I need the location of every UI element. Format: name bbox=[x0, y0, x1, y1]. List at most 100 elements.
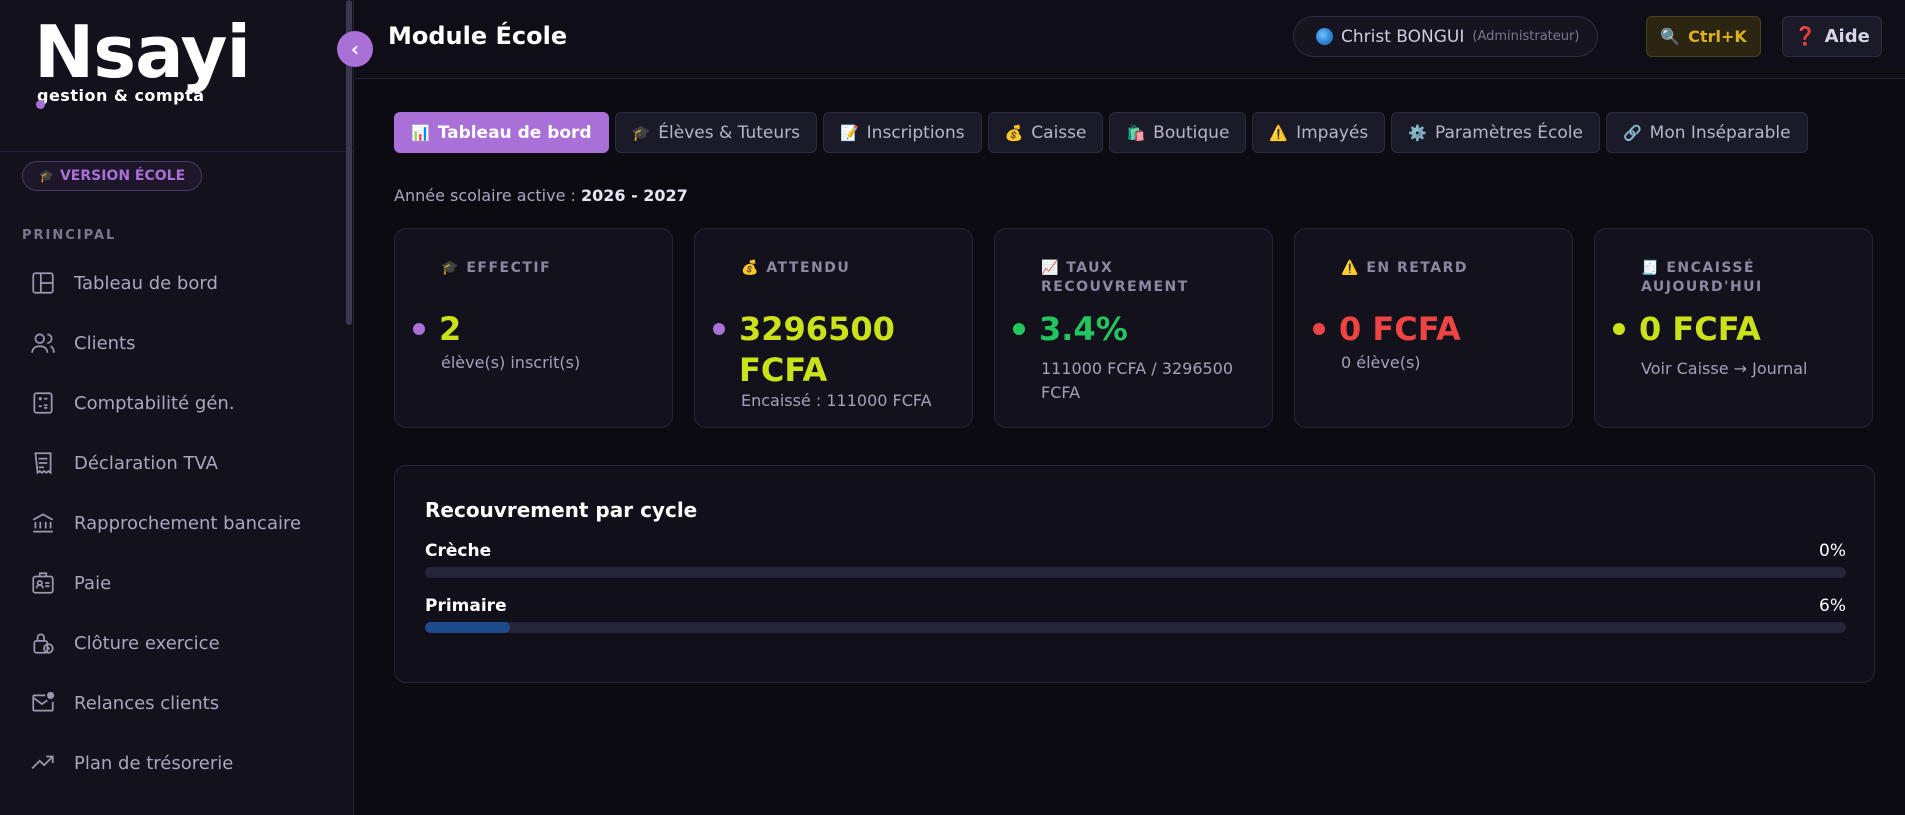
logo-dot bbox=[36, 100, 45, 109]
chart-icon: 📊 bbox=[411, 123, 430, 142]
kpi-label-text: EFFECTIF bbox=[466, 260, 552, 276]
money-bag-icon: 💰 bbox=[1004, 123, 1024, 142]
chevron-left-icon: ‹ bbox=[350, 37, 360, 61]
tab-label: Inscriptions bbox=[866, 122, 965, 143]
kpi-value: 2 bbox=[439, 310, 462, 348]
cycle-row-creche: Crèche 0% bbox=[425, 541, 1846, 578]
tab-mon-inseparable[interactable]: 🔗 Mon Inséparable bbox=[1605, 112, 1808, 153]
user-name: Christ BONGUI bbox=[1341, 26, 1465, 47]
status-dot bbox=[413, 323, 425, 335]
sidebar-item-label: Comptabilité gén. bbox=[74, 392, 235, 414]
tab-students-tutors[interactable]: 🎓 Élèves & Tuteurs bbox=[614, 112, 817, 153]
search-shortcut: Ctrl+K bbox=[1688, 27, 1747, 46]
graduation-cap-icon: 🎓 bbox=[631, 123, 651, 142]
sidebar-item-treasury-plan[interactable]: Plan de trésorerie bbox=[0, 733, 346, 793]
module-tabs: 📊 Tableau de bord 🎓 Élèves & Tuteurs 📝 I… bbox=[394, 112, 1808, 153]
sidebar-item-bank-reconciliation[interactable]: Rapprochement bancaire bbox=[0, 493, 346, 553]
kpi-card-effectif: 🎓 EFFECTIF 2 élève(s) inscrit(s) bbox=[394, 228, 673, 428]
tab-label: Mon Inséparable bbox=[1649, 122, 1791, 143]
search-button[interactable]: 🔍 Ctrl+K bbox=[1646, 16, 1761, 57]
sidebar-item-vat[interactable]: Déclaration TVA bbox=[0, 433, 346, 493]
search-icon: 🔍 bbox=[1660, 27, 1681, 46]
kpi-value: 0 FCFA bbox=[1339, 310, 1461, 348]
tab-label: Impayés bbox=[1296, 122, 1369, 143]
memo-icon: 📝 bbox=[839, 123, 859, 142]
receipt-icon bbox=[34, 452, 52, 475]
calculator-icon bbox=[33, 392, 53, 414]
tab-school-settings[interactable]: ⚙️ Paramètres École bbox=[1391, 112, 1600, 153]
section-label-principal: PRINCIPAL bbox=[22, 228, 117, 243]
kpi-label: 🎓 EFFECTIF bbox=[441, 259, 641, 278]
tab-dashboard[interactable]: 📊 Tableau de bord bbox=[394, 112, 609, 153]
user-menu[interactable]: Christ BONGUI (Administrateur) bbox=[1293, 16, 1598, 57]
status-dot bbox=[1313, 323, 1325, 335]
sidebar-item-label: Plan de trésorerie bbox=[74, 752, 234, 774]
page-title: Module École bbox=[388, 22, 568, 50]
header: Module École Christ BONGUI (Administrate… bbox=[355, 0, 1905, 79]
progress-track bbox=[425, 567, 1846, 578]
kpi-value: 0 FCFA bbox=[1639, 310, 1761, 348]
tab-shop[interactable]: 🛍️ Boutique bbox=[1109, 112, 1247, 153]
help-label: Aide bbox=[1824, 26, 1870, 47]
kpi-subtext: élève(s) inscrit(s) bbox=[441, 353, 581, 372]
sidebar-item-label: Relances clients bbox=[74, 692, 220, 714]
status-dot bbox=[1013, 323, 1025, 335]
kpi-card-en-retard: ⚠️ EN RETARD 0 FCFA 0 élève(s) bbox=[1294, 228, 1573, 428]
graduation-cap-icon: 🎓 bbox=[39, 169, 54, 183]
sidebar-nav: Tableau de bord Clients Comptabilité gén… bbox=[0, 253, 346, 793]
sidebar-item-label: Déclaration TVA bbox=[74, 452, 218, 474]
sidebar-item-clients[interactable]: Clients bbox=[0, 313, 346, 373]
logo-subtitle: gestion & compta bbox=[37, 86, 205, 105]
kpi-subtext: 0 élève(s) bbox=[1341, 353, 1421, 372]
kpi-label: 💰 ATTENDU bbox=[741, 259, 941, 278]
sidebar-item-dashboard[interactable]: Tableau de bord bbox=[0, 253, 346, 313]
tab-unpaid[interactable]: ⚠️ Impayés bbox=[1252, 112, 1386, 153]
users-icon bbox=[31, 333, 55, 353]
tab-label: Caisse bbox=[1031, 122, 1087, 143]
school-year-prefix: Année scolaire active : bbox=[394, 186, 581, 205]
tab-label: Tableau de bord bbox=[437, 122, 592, 143]
cycle-percent: 6% bbox=[1819, 596, 1846, 616]
sidebar-item-label: Clients bbox=[74, 332, 136, 354]
sidebar-item-year-closing[interactable]: Clôture exercice bbox=[0, 613, 346, 673]
active-school-year: Année scolaire active : 2026 - 2027 bbox=[394, 186, 688, 205]
sidebar-item-label: Tableau de bord bbox=[74, 272, 218, 294]
school-year-value: 2026 - 2027 bbox=[580, 186, 688, 205]
shopping-bags-icon: 🛍️ bbox=[1126, 123, 1146, 142]
help-button[interactable]: ❓ Aide bbox=[1782, 16, 1882, 57]
kpi-cards: 🎓 EFFECTIF 2 élève(s) inscrit(s) 💰 ATTEN… bbox=[394, 228, 1873, 428]
sidebar-item-label: Clôture exercice bbox=[74, 632, 220, 654]
kpi-label: ⚠️ EN RETARD bbox=[1341, 259, 1541, 278]
dashboard-icon bbox=[32, 272, 54, 294]
trending-up-icon bbox=[31, 755, 54, 770]
recovery-by-cycle-panel: Recouvrement par cycle Crèche 0% Primair… bbox=[394, 465, 1875, 683]
logo: Nsayi bbox=[34, 10, 251, 94]
warning-icon: ⚠️ bbox=[1269, 123, 1289, 142]
kpi-subtext[interactable]: Voir Caisse → Journal bbox=[1641, 357, 1861, 381]
kpi-value: 3296500 FCFA bbox=[739, 310, 895, 389]
globe-icon bbox=[1316, 28, 1333, 45]
kpi-label: 🧾 ENCAISSÉ AUJOURD'HUI bbox=[1641, 259, 1841, 297]
kpi-card-taux-recouvrement: 📈 TAUX RECOUVREMENT 3.4% 111000 FCFA / 3… bbox=[994, 228, 1273, 428]
graduation-cap-icon: 🎓 bbox=[441, 260, 460, 276]
tab-registrations[interactable]: 📝 Inscriptions bbox=[822, 112, 982, 153]
tab-label: Boutique bbox=[1153, 122, 1230, 143]
sidebar-item-label: Paie bbox=[74, 572, 112, 594]
sidebar-item-accounting[interactable]: Comptabilité gén. bbox=[0, 373, 346, 433]
warning-icon: ⚠️ bbox=[1341, 260, 1360, 276]
kpi-subtext: Encaissé : 111000 FCFA bbox=[741, 391, 932, 410]
sidebar: Nsayi gestion & compta 🎓 VERSION ÉCOLE P… bbox=[0, 0, 354, 815]
status-dot bbox=[713, 323, 725, 335]
status-dot bbox=[1613, 323, 1625, 335]
lock-clock-icon bbox=[33, 633, 54, 654]
tab-cash[interactable]: 💰 Caisse bbox=[987, 112, 1104, 153]
collapse-sidebar-button[interactable]: ‹ bbox=[337, 31, 373, 67]
chart-up-icon: 📈 bbox=[1041, 260, 1060, 276]
sidebar-item-client-reminders[interactable]: Relances clients bbox=[0, 673, 346, 733]
bank-icon bbox=[32, 513, 54, 533]
sidebar-item-payroll[interactable]: Paie bbox=[0, 553, 346, 613]
sidebar-item-label: Rapprochement bancaire bbox=[74, 512, 302, 534]
kpi-card-attendu: 💰 ATTENDU 3296500 FCFA Encaissé : 111000… bbox=[694, 228, 973, 428]
kpi-label-text: ATTENDU bbox=[766, 260, 851, 276]
cycle-name: Crèche bbox=[425, 541, 492, 561]
